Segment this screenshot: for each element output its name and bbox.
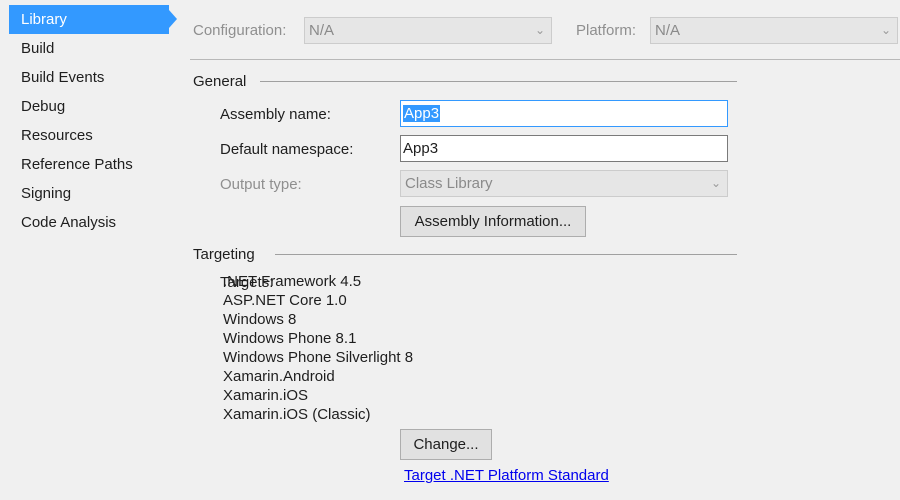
default-namespace-label: Default namespace: [220, 141, 354, 158]
chevron-down-icon: ⌄ [534, 23, 545, 37]
chevron-down-icon: ⌄ [710, 176, 721, 190]
change-targets-button[interactable]: Change... [400, 429, 492, 460]
toolbar-divider [190, 59, 900, 60]
output-type-select[interactable]: Class Library ⌄ [400, 170, 728, 197]
sidebar-item-signing[interactable]: Signing [9, 179, 169, 208]
list-item: ASP.NET Core 1.0 [223, 292, 347, 309]
sidebar-item-code-analysis[interactable]: Code Analysis [9, 208, 169, 237]
target-platform-standard-link[interactable]: Target .NET Platform Standard [404, 467, 609, 484]
default-namespace-value: App3 [403, 140, 439, 157]
sidebar-item-reference-paths[interactable]: Reference Paths [9, 150, 169, 179]
list-item: .NET Framework 4.5 [223, 273, 362, 290]
list-item: Xamarin.iOS [223, 387, 309, 404]
main-panel: Configuration: N/A ⌄ Platform: N/A ⌄ Gen… [180, 0, 900, 500]
configuration-label: Configuration: [193, 22, 287, 39]
sidebar-item-build[interactable]: Build [9, 34, 169, 63]
platform-value: N/A [655, 22, 681, 39]
sidebar: Library Build Build Events Debug Resourc… [0, 0, 180, 500]
list-item: Xamarin.iOS (Classic) [223, 406, 371, 423]
configuration-value: N/A [309, 22, 335, 39]
targeting-section-title: Targeting [193, 246, 255, 263]
chevron-down-icon: ⌄ [880, 23, 891, 37]
active-indicator-arrow [169, 10, 177, 28]
targeting-divider [275, 254, 737, 255]
sidebar-item-build-events[interactable]: Build Events [9, 63, 169, 92]
output-type-label: Output type: [220, 176, 302, 193]
general-section-title: General [193, 73, 247, 90]
list-item: Windows 8 [223, 311, 297, 328]
list-item: Windows Phone 8.1 [223, 330, 357, 347]
assembly-name-input[interactable]: App3 [400, 100, 728, 127]
general-divider [260, 81, 737, 82]
assembly-name-value: App3 [403, 105, 441, 122]
assembly-name-label: Assembly name: [220, 106, 331, 123]
sidebar-item-library[interactable]: Library [9, 5, 169, 34]
platform-select[interactable]: N/A ⌄ [650, 17, 898, 44]
configuration-select[interactable]: N/A ⌄ [304, 17, 552, 44]
sidebar-item-debug[interactable]: Debug [9, 92, 169, 121]
default-namespace-input[interactable]: App3 [400, 135, 728, 162]
list-item: Xamarin.Android [223, 368, 335, 385]
list-item: Windows Phone Silverlight 8 [223, 349, 414, 366]
platform-label: Platform: [576, 22, 637, 39]
output-type-value: Class Library [405, 175, 493, 192]
targets-list: .NET Framework 4.5 ASP.NET Core 1.0 Wind… [223, 272, 413, 424]
sidebar-item-resources[interactable]: Resources [9, 121, 169, 150]
assembly-information-button[interactable]: Assembly Information... [400, 206, 586, 237]
